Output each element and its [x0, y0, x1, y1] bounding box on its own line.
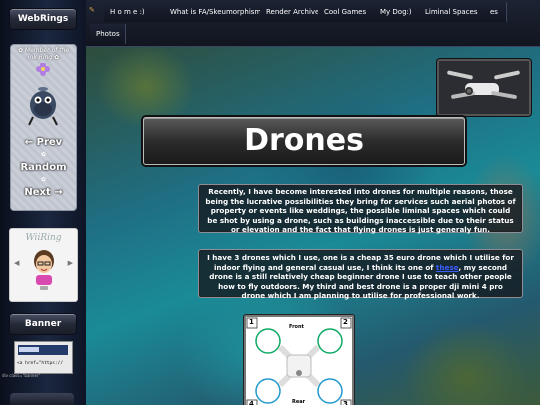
top-navigation: ✎ H o m e :) What is FA/Skeumorphism Ren… — [86, 0, 540, 47]
tab-cool-games[interactable]: Cool Games — [318, 2, 375, 22]
wiiring-title: WiiRing — [25, 233, 62, 243]
flower-icon — [36, 63, 50, 76]
drone-link[interactable]: these — [436, 263, 459, 272]
wiiring-prev-arrow-icon[interactable]: ◀ — [14, 259, 19, 267]
ring-random-link[interactable]: Random — [11, 162, 76, 173]
banner-code-text: <a href="https:// — [17, 361, 64, 366]
ring-prev-link[interactable]: ← Prev — [11, 137, 76, 148]
motor-label-3: 3 — [343, 400, 348, 405]
ring-separator: ✿ — [40, 151, 47, 158]
sidebar: WebRings ✿ Member of the ink Ring ✿ ← Pr… — [0, 0, 87, 405]
main-content: Drones Recently, I have become intereste… — [86, 47, 540, 405]
rear-label: Rear — [292, 399, 306, 405]
tab-my-dog[interactable]: My Dog:) — [374, 2, 420, 22]
tab-overflow[interactable]: es — [484, 2, 507, 22]
intro-paragraph-panel: Recently, I have become interested into … — [198, 184, 523, 234]
drone-icon — [447, 70, 520, 99]
home-pin-icon: ✎ — [89, 6, 95, 14]
ring-next-link[interactable]: Next → — [11, 187, 76, 198]
tab-photos[interactable]: Photos — [90, 24, 126, 44]
page-title-panel: Drones — [143, 117, 465, 165]
motor-diagram: 1 2 4 3 Front Rear — [244, 315, 354, 405]
ring-title-line1: ✿ Member of the — [17, 47, 70, 54]
motor-label-4: 4 — [249, 400, 254, 405]
tab-what-is-fa[interactable]: What is FA/Skeumorphism — [164, 2, 261, 22]
motor-label-1: 1 — [249, 318, 254, 326]
mii-avatar — [34, 250, 54, 290]
site-banner-image[interactable]: <a href="https:// — [14, 341, 73, 374]
tab-liminal-spaces[interactable]: Liminal Spaces — [419, 2, 490, 22]
banner-caption: div class="banner" — [2, 373, 41, 378]
wiiring-widget: WiiRing ◀ ▶ — [9, 228, 78, 302]
ring-title: ✿ Member of the ink Ring ✿ — [11, 47, 76, 61]
drones-paragraph-panel: I have 3 drones which I use, one is a ch… — [198, 249, 523, 301]
wiiring-next-arrow-icon[interactable]: ▶ — [68, 259, 73, 267]
motor-label-2: 2 — [343, 318, 348, 326]
ring-mascot-image — [28, 63, 58, 126]
ring-title-line2: ink Ring ✿ — [27, 54, 60, 61]
page-title: Drones — [244, 123, 364, 158]
front-label: Front — [289, 324, 304, 330]
drone-photo — [437, 59, 531, 116]
drones-paragraph: I have 3 drones which I use, one is a ch… — [207, 253, 514, 301]
webring-widget: ✿ Member of the ink Ring ✿ ← Prev ✿ Rand… — [10, 44, 77, 211]
sidebar-bottom-button[interactable] — [10, 393, 74, 405]
banner-button[interactable]: Banner — [9, 313, 77, 335]
ring-separator: ✿ — [40, 176, 47, 183]
intro-paragraph: Recently, I have become interested into … — [205, 187, 516, 234]
webrings-button[interactable]: WebRings — [9, 8, 77, 30]
tab-home[interactable]: H o m e :) — [104, 2, 169, 22]
